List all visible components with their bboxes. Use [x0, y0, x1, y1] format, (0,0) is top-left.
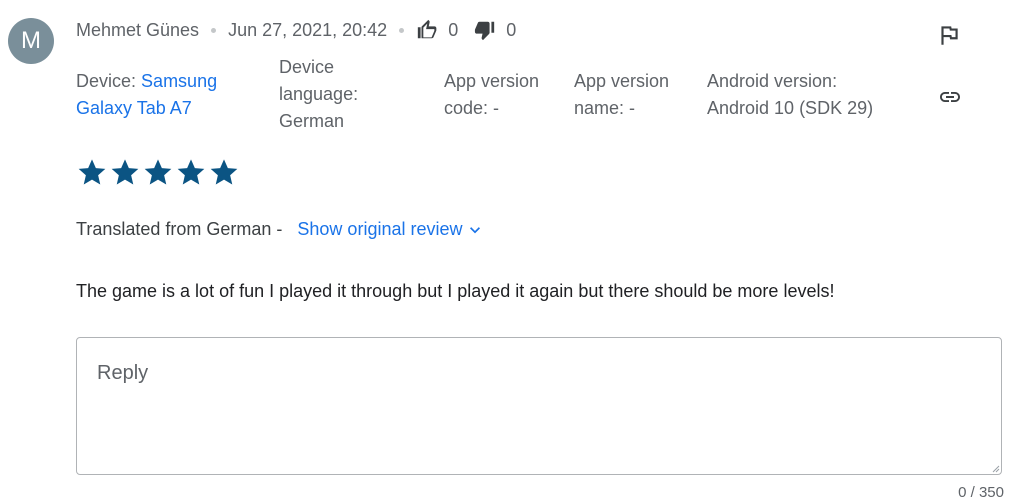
- author-name: Mehmet Günes: [76, 19, 200, 40]
- show-original-review-link[interactable]: Show original review: [297, 219, 485, 240]
- star-rating: [76, 156, 241, 188]
- android-version-value: Android 10 (SDK 29): [707, 98, 874, 118]
- android-version-label: Android version:: [707, 71, 838, 91]
- thumbs-down-icon: [475, 21, 495, 41]
- device-field: Device: Samsung Galaxy Tab A7: [76, 68, 217, 122]
- avatar: M: [8, 18, 54, 64]
- star-icon: [210, 159, 238, 185]
- app-version-code-value: code: -: [444, 98, 500, 118]
- chevron-down-icon: [470, 226, 481, 233]
- device-language-field: Device language: German: [279, 54, 358, 135]
- star-icon: [177, 159, 205, 185]
- thumbs-up-button[interactable]: 0: [416, 19, 458, 41]
- review-text: The game is a lot of fun I played it thr…: [76, 281, 835, 301]
- thumbs-down-button[interactable]: 0: [474, 19, 516, 41]
- review-header: Mehmet Günes Jun 27, 2021, 20:42 0 0: [76, 16, 532, 44]
- separator-dot: [399, 27, 405, 33]
- app-version-code-label: App version: [444, 71, 540, 91]
- app-version-code-field: App version code: -: [444, 68, 539, 122]
- device-link[interactable]: Samsung: [141, 71, 217, 91]
- star-icon: [111, 159, 139, 185]
- separator-dot: [211, 27, 217, 33]
- app-version-name-field: App version name: -: [574, 68, 669, 122]
- translation-notice: Translated from German - Show original r…: [76, 219, 485, 240]
- android-version-field: Android version: Android 10 (SDK 29): [707, 68, 873, 122]
- device-label: Device:: [76, 71, 137, 91]
- resize-handle-icon[interactable]: [990, 463, 1000, 473]
- reply-box: [76, 337, 1002, 475]
- review-card: M Mehmet Günes Jun 27, 2021, 20:42 0 0 D…: [0, 0, 1024, 504]
- star-icon: [144, 159, 172, 185]
- star-icon: [78, 159, 106, 185]
- translated-label: Translated from German -: [76, 219, 283, 239]
- app-version-name-label: App version: [574, 71, 670, 91]
- link-icon[interactable]: [935, 85, 965, 109]
- review-date: Jun 27, 2021, 20:42: [228, 19, 388, 40]
- device-language-label-line2: language:: [279, 84, 359, 104]
- device-link-line2[interactable]: Galaxy Tab A7: [76, 98, 192, 118]
- flag-icon[interactable]: [936, 22, 962, 48]
- device-language-label: Device: [279, 57, 335, 77]
- app-version-name-value: name: -: [574, 98, 636, 118]
- show-original-label: Show original review: [297, 219, 463, 239]
- reply-char-counter: 0 / 350: [958, 484, 1004, 501]
- device-language-value: German: [279, 111, 345, 131]
- thumbs-up-icon: [418, 19, 437, 39]
- thumbs-up-count: 0: [448, 19, 459, 40]
- thumbs-down-count: 0: [506, 19, 517, 40]
- reply-input[interactable]: [77, 338, 1001, 474]
